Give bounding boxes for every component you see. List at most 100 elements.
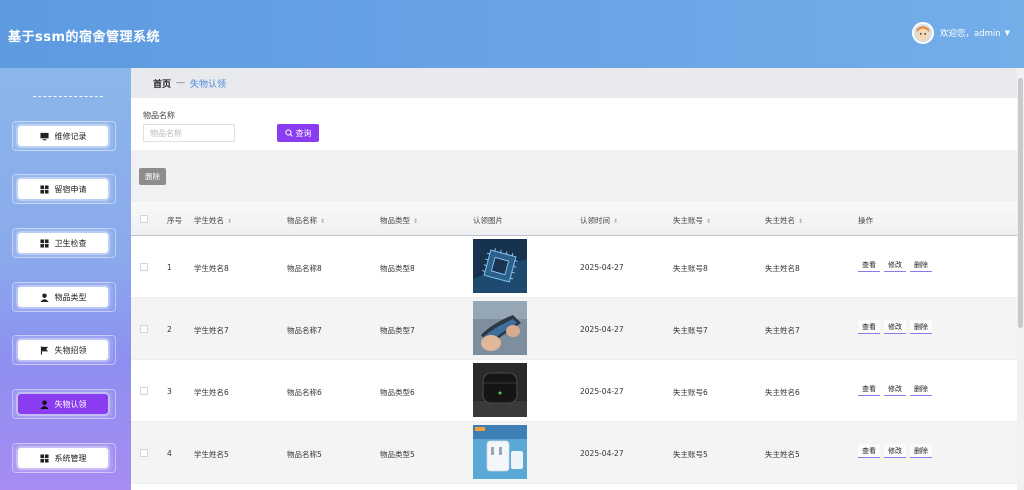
cell-owner-account: 失主账号5 — [673, 450, 708, 459]
delete-button[interactable]: 删除 — [910, 382, 932, 396]
sort-icon: ⬍ — [798, 218, 804, 225]
table-row: 4 学生姓名5 物品名称5 物品类型5 2025-04-27 失主账号5 失主姓… — [131, 422, 1017, 484]
claims-table: 序号 学生姓名 ⬍ 物品名称 ⬍ 物品类型 ⬍ 认领图片 认领时间 ⬍ 失主账号 ⬍ 失主… — [131, 202, 1017, 484]
header-image: 认领图片 — [473, 216, 503, 225]
sidebar-item-repair-records[interactable]: 维修记录 — [18, 126, 108, 146]
cell-item-name: 物品名称7 — [287, 326, 322, 335]
breadcrumb-home[interactable]: 首页 — [153, 77, 171, 90]
sidebar-item-label: 维修记录 — [54, 131, 87, 141]
sidebar-item-lost-item-claim[interactable]: 失物认领 — [18, 394, 108, 414]
sidebar-item-item-types[interactable]: 物品类型 — [18, 287, 108, 307]
sidebar-item-label: 系统管理 — [54, 453, 87, 463]
header-owner-account[interactable]: 失主账号 ⬍ — [673, 215, 711, 226]
cell-owner-account: 失主账号8 — [673, 264, 708, 273]
view-button[interactable]: 查看 — [858, 382, 880, 396]
cell-item-name: 物品名称5 — [287, 450, 322, 459]
view-button[interactable]: 查看 — [858, 444, 880, 458]
search-button-label: 查询 — [295, 128, 312, 138]
header-actions: 操作 — [858, 216, 873, 225]
cell-owner-account: 失主账号7 — [673, 326, 708, 335]
scrollbar-thumb[interactable] — [1018, 78, 1023, 328]
edit-button[interactable]: 修改 — [884, 258, 906, 272]
row-actions: 查看 修改 删除 — [858, 382, 932, 396]
avatar[interactable] — [911, 22, 934, 44]
breadcrumb-separator: — — [176, 78, 186, 88]
sort-icon: ⬍ — [320, 218, 326, 225]
cell-student-name: 学生姓名5 — [194, 450, 229, 459]
view-button[interactable]: 查看 — [858, 320, 880, 334]
user-icon — [39, 292, 49, 302]
delete-button[interactable]: 删除 — [910, 320, 932, 334]
batch-delete-button[interactable]: 删除 — [139, 168, 166, 185]
search-label: 物品名称 — [143, 111, 175, 120]
sidebar-divider — [33, 96, 103, 97]
row-checkbox[interactable] — [140, 325, 148, 333]
cell-item-type: 物品类型8 — [380, 264, 415, 273]
cell-item-name: 物品名称8 — [287, 264, 322, 273]
sidebar-item-lost-and-found[interactable]: 失物招领 — [18, 340, 108, 360]
view-button[interactable]: 查看 — [858, 258, 880, 272]
top-header: 基于ssm的宿舍管理系统 欢迎您，admin ▼ — [0, 0, 1024, 68]
page-scrollbar[interactable] — [1017, 68, 1024, 490]
table-row: 2 学生姓名7 物品名称7 物品类型7 2025-04-27 失主账号7 失主姓… — [131, 298, 1017, 360]
breadcrumb-current: 失物认领 — [190, 79, 227, 90]
search-icon — [284, 129, 293, 137]
select-all-checkbox[interactable] — [140, 215, 148, 223]
toolbar: 删除 — [131, 150, 1017, 202]
row-checkbox[interactable] — [140, 263, 148, 271]
user-menu[interactable]: 欢迎您，admin ▼ — [911, 22, 1010, 44]
cell-item-name: 物品名称6 — [287, 388, 322, 397]
sidebar-item-system-management[interactable]: 系统管理 — [18, 448, 108, 468]
table-row: 1 学生姓名8 物品名称8 物品类型8 2025-04-27 失主账号8 失主姓… — [131, 236, 1017, 298]
cell-claim-time: 2025-04-27 — [580, 449, 624, 458]
monitor-icon — [39, 132, 49, 140]
sidebar-item-label: 失物认领 — [54, 399, 87, 409]
cell-owner-name: 失主姓名5 — [765, 450, 800, 459]
cell-item-type: 物品类型6 — [380, 388, 415, 397]
item-name-search-input[interactable] — [143, 124, 235, 142]
sort-icon: ⬍ — [613, 218, 619, 225]
header-owner-name[interactable]: 失主姓名 ⬍ — [765, 215, 803, 226]
delete-button[interactable]: 删除 — [910, 444, 932, 458]
header-item-name[interactable]: 物品名称 ⬍ — [287, 215, 325, 226]
chip-photo[interactable] — [473, 239, 527, 293]
sidebar-item-label: 卫生检查 — [54, 238, 87, 248]
sidebar: 维修记录 留宿申请 卫生检查 物品类型 失物招领 失物认领 系统管理 — [0, 68, 131, 490]
user-greeting[interactable]: 欢迎您，admin — [940, 27, 1001, 39]
usb-stick-photo[interactable] — [473, 301, 527, 355]
row-actions: 查看 修改 删除 — [858, 258, 932, 272]
cell-item-type: 物品类型5 — [380, 450, 415, 459]
flag-icon — [40, 345, 48, 355]
header-item-type[interactable]: 物品类型 ⬍ — [380, 215, 418, 226]
grid-icon — [39, 238, 49, 248]
user-icon — [39, 399, 49, 409]
cell-index: 4 — [167, 449, 172, 458]
chevron-down-icon[interactable]: ▼ — [1005, 29, 1010, 37]
cell-owner-account: 失主账号6 — [673, 388, 708, 397]
cell-student-name: 学生姓名7 — [194, 326, 229, 335]
grid-icon — [39, 184, 49, 194]
earbuds-case-photo[interactable] — [473, 363, 527, 417]
edit-button[interactable]: 修改 — [884, 382, 906, 396]
row-checkbox[interactable] — [140, 449, 148, 457]
delete-button[interactable]: 删除 — [910, 258, 932, 272]
sidebar-item-label: 物品类型 — [54, 292, 87, 302]
breadcrumb: 首页 — 失物认领 — [131, 68, 1017, 98]
sidebar-item-hygiene-check[interactable]: 卫生检查 — [18, 233, 108, 253]
row-checkbox[interactable] — [140, 387, 148, 395]
cell-owner-name: 失主姓名6 — [765, 388, 800, 397]
cell-index: 1 — [167, 263, 172, 272]
charger-photo[interactable] — [473, 425, 527, 479]
table-header: 序号 学生姓名 ⬍ 物品名称 ⬍ 物品类型 ⬍ 认领图片 认领时间 ⬍ 失主账号 ⬍ 失主… — [131, 202, 1017, 236]
row-actions: 查看 修改 删除 — [858, 320, 932, 334]
search-panel: 物品名称 查询 — [131, 98, 1017, 150]
cell-item-type: 物品类型7 — [380, 326, 415, 335]
sort-icon: ⬍ — [227, 218, 233, 225]
sidebar-item-stay-application[interactable]: 留宿申请 — [18, 179, 108, 199]
header-claim-time[interactable]: 认领时间 ⬍ — [580, 215, 618, 226]
edit-button[interactable]: 修改 — [884, 444, 906, 458]
header-student-name[interactable]: 学生姓名 ⬍ — [194, 215, 232, 226]
edit-button[interactable]: 修改 — [884, 320, 906, 334]
cell-index: 3 — [167, 387, 172, 396]
search-button[interactable]: 查询 — [277, 124, 319, 142]
